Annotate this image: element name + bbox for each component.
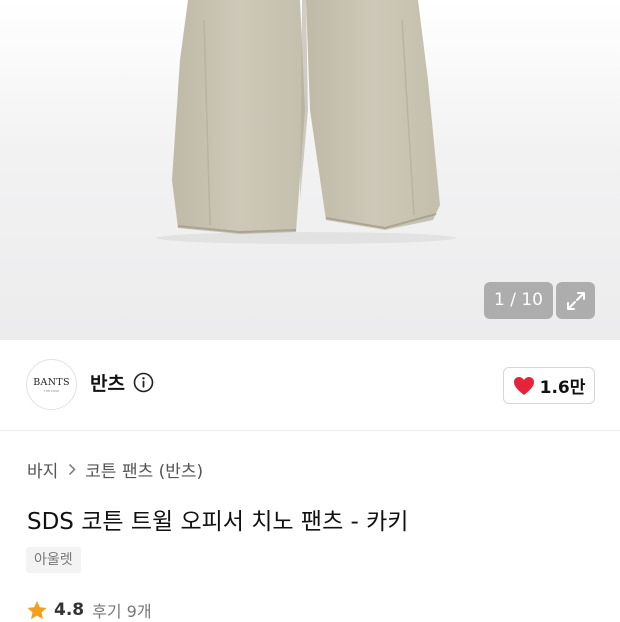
breadcrumb-item-subcategory[interactable]: 코튼 팬츠 (반츠) bbox=[85, 457, 203, 482]
like-count: 1.6만 bbox=[539, 378, 586, 398]
brand-name[interactable]: 반츠 bbox=[90, 369, 125, 396]
product-image-gallery[interactable]: 1 / 10 bbox=[0, 0, 620, 340]
brand-row: BANTS THE SHOP 반츠 1.6만 bbox=[0, 340, 620, 431]
product-title: SDS 코튼 트윌 오피서 치노 팬츠 - 카키 bbox=[27, 509, 409, 535]
info-icon[interactable] bbox=[133, 372, 154, 393]
brand-logo[interactable]: BANTS THE SHOP bbox=[26, 359, 77, 410]
breadcrumb-item-category[interactable]: 바지 bbox=[27, 457, 58, 482]
brand-logo-subtext: THE SHOP bbox=[43, 388, 60, 393]
image-counter: 1 / 10 bbox=[484, 282, 553, 319]
like-button[interactable]: 1.6만 bbox=[503, 367, 595, 404]
brand-logo-text: BANTS bbox=[33, 376, 70, 388]
expand-image-button[interactable] bbox=[556, 282, 595, 319]
review-count-link[interactable]: 후기 9개 bbox=[92, 598, 151, 622]
heart-icon bbox=[513, 376, 534, 395]
rating-row[interactable]: 4.8 후기 9개 bbox=[26, 598, 152, 622]
breadcrumb: 바지 코튼 팬츠 (반츠) bbox=[27, 457, 203, 482]
expand-icon bbox=[566, 291, 585, 310]
rating-score: 4.8 bbox=[54, 600, 85, 620]
star-icon bbox=[27, 600, 47, 619]
outlet-tag: 아울렛 bbox=[26, 547, 81, 573]
chevron-right-icon bbox=[68, 463, 76, 476]
